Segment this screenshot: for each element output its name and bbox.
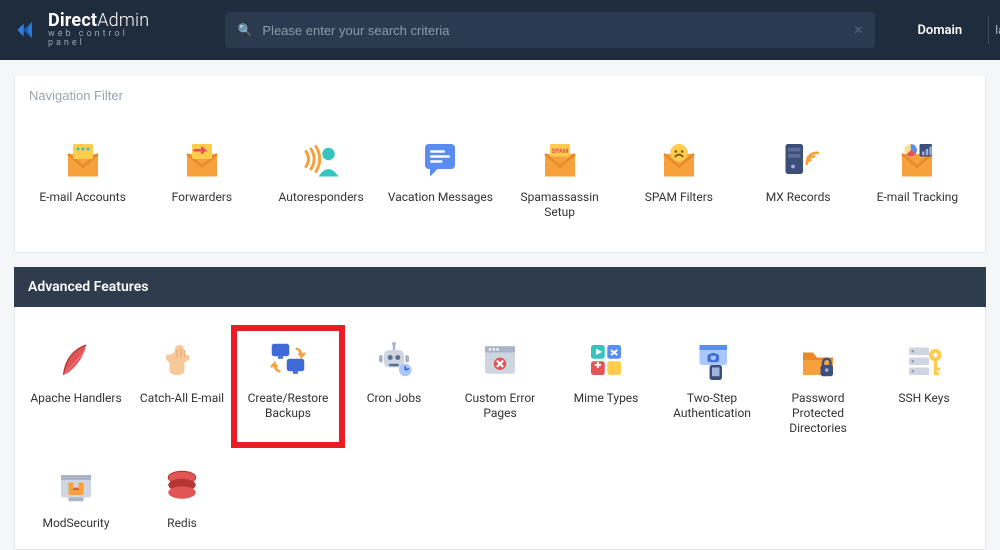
feature-label: Password Protected Directories — [769, 391, 867, 436]
feature-label: Custom Error Pages — [451, 391, 549, 421]
feature-label: Autoresponders — [279, 190, 364, 205]
feature-ssh-keys[interactable]: SSH Keys — [871, 329, 977, 444]
envelope-spam-icon — [532, 136, 588, 182]
envelope-face-icon — [651, 136, 707, 182]
directadmin-logo-icon — [14, 15, 40, 45]
feature-mime-types[interactable]: Mime Types — [553, 329, 659, 444]
feature-cron-jobs[interactable]: Cron Jobs — [341, 329, 447, 444]
global-search[interactable]: 🔍 ✕ — [225, 12, 875, 48]
feature-password-protected-dirs[interactable]: Password Protected Directories — [765, 329, 871, 444]
envelope-arrow-icon — [174, 136, 230, 182]
feature-apache-handlers[interactable]: Apache Handlers — [23, 329, 129, 444]
feature-label: Vacation Messages — [388, 190, 493, 205]
feature-label: SSH Keys — [898, 391, 949, 406]
feature-two-step-auth[interactable]: Two-Step Authentication — [659, 329, 765, 444]
media-grid-icon — [578, 337, 634, 383]
waves-user-icon — [293, 136, 349, 182]
feature-mx-records[interactable]: MX Records — [739, 128, 858, 228]
feature-spamassassin-setup[interactable]: Spamassassin Setup — [500, 128, 619, 228]
top-header: DirectAdmin web control panel 🔍 ✕ Domain… — [0, 0, 1000, 60]
server-wifi-icon — [770, 136, 826, 182]
feature-autoresponders[interactable]: Autoresponders — [262, 128, 381, 228]
feature-modsecurity[interactable]: ModSecurity — [23, 454, 129, 539]
feature-label: SPAM Filters — [645, 190, 713, 205]
feature-label: MX Records — [766, 190, 831, 205]
feature-label: ModSecurity — [42, 516, 109, 531]
monitors-sync-icon — [260, 337, 316, 383]
modsec-icon — [48, 462, 104, 508]
robot-icon — [366, 337, 422, 383]
feature-label: Cron Jobs — [367, 391, 422, 406]
feature-create-restore-backups[interactable]: Create/Restore Backups — [235, 329, 341, 444]
clear-search-icon[interactable]: ✕ — [853, 23, 863, 37]
browser-x-icon — [472, 337, 528, 383]
twofa-icon — [684, 337, 740, 383]
feature-forwarders[interactable]: Forwarders — [142, 128, 261, 228]
main-content: E-mail Accounts Forwarders Autoresponders V… — [0, 76, 1000, 550]
feature-label: Spamassassin Setup — [506, 190, 614, 220]
navigation-filter — [15, 76, 985, 116]
server-key-icon — [896, 337, 952, 383]
advanced-features-panel: Apache Handlers Catch-All E-mail Create/Re… — [14, 307, 986, 550]
domain-dropdown[interactable]: Domain — [907, 23, 972, 38]
feature-spam-filters[interactable]: SPAM Filters — [619, 128, 738, 228]
redis-icon — [154, 462, 210, 508]
search-input[interactable] — [262, 23, 843, 38]
brand-logo[interactable]: DirectAdmin web control panel — [14, 12, 153, 48]
feature-label: Forwarders — [172, 190, 232, 205]
feature-label: Two-Step Authentication — [663, 391, 761, 421]
feature-catch-all-email[interactable]: Catch-All E-mail — [129, 329, 235, 444]
feature-label: Catch-All E-mail — [140, 391, 224, 406]
envelope-chart-icon — [889, 136, 945, 182]
user-crumb[interactable]: la — [988, 16, 1000, 44]
envelope-icon — [55, 136, 111, 182]
feature-vacation-messages[interactable]: Vacation Messages — [381, 128, 500, 228]
folder-lock-icon — [790, 337, 846, 383]
feature-label: Create/Restore Backups — [239, 391, 337, 421]
feature-label: Redis — [167, 516, 197, 531]
navigation-filter-input[interactable] — [29, 88, 971, 103]
feather-icon — [48, 337, 104, 383]
feature-redis[interactable]: Redis — [129, 454, 235, 539]
feature-label: Apache Handlers — [30, 391, 121, 406]
feature-email-tracking[interactable]: E-mail Tracking — [858, 128, 977, 228]
search-icon: 🔍 — [237, 23, 252, 37]
feature-label: E-mail Accounts — [39, 190, 126, 205]
feature-email-accounts[interactable]: E-mail Accounts — [23, 128, 142, 228]
chat-note-icon — [412, 136, 468, 182]
email-manager-panel: E-mail Accounts Forwarders Autoresponders V… — [14, 76, 986, 253]
glove-icon — [154, 337, 210, 383]
feature-custom-error-pages[interactable]: Custom Error Pages — [447, 329, 553, 444]
brand-text: DirectAdmin web control panel — [48, 12, 154, 48]
feature-label: E-mail Tracking — [877, 190, 959, 205]
feature-label: Mime Types — [574, 391, 639, 406]
advanced-features-header[interactable]: Advanced Features — [14, 267, 986, 307]
